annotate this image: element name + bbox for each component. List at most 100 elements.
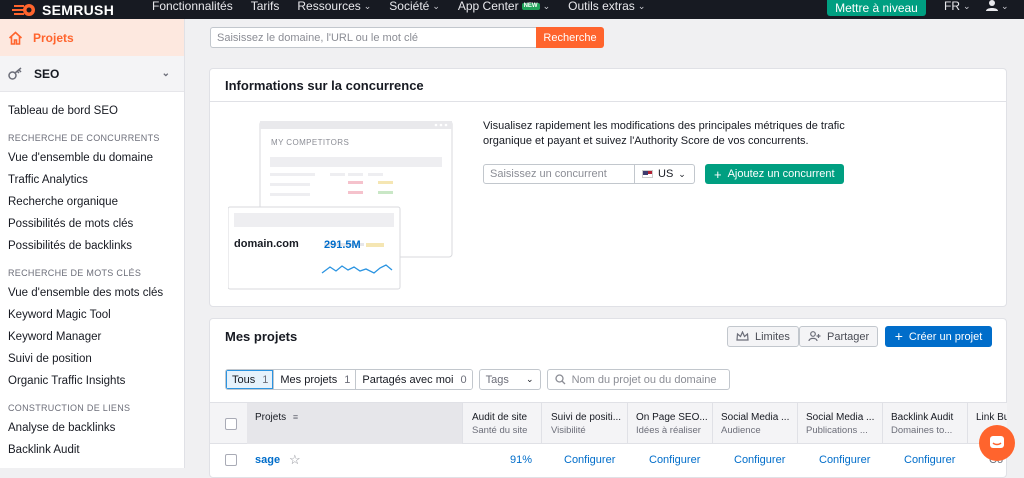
chat-widget-button[interactable] — [979, 425, 1015, 461]
nav-societe[interactable]: Société ⌄ — [389, 0, 440, 12]
competitor-input[interactable] — [483, 164, 635, 184]
chevron-down-icon: ⌄ — [432, 1, 440, 11]
country-selector[interactable]: US ⌄ — [635, 164, 695, 184]
brand-name: SEMRUSH — [42, 1, 115, 18]
competition-insights-card: Informations sur la concurrence MY COMPE… — [209, 68, 1007, 307]
chevron-down-icon: ⌄ — [963, 1, 971, 11]
nav-label: Ressources — [297, 0, 361, 13]
sidebar-item-traffic-analytics[interactable]: Traffic Analytics — [0, 169, 184, 191]
upgrade-button[interactable]: Mettre à niveau — [827, 0, 926, 16]
column-subtitle: Domaines to... — [891, 425, 953, 436]
sidebar: Projets SEO ⌄ Tableau de bord SEO RECHER… — [0, 19, 185, 468]
sidebar-item-keyword-magic-tool[interactable]: Keyword Magic Tool — [0, 304, 184, 326]
nav-outils-extras[interactable]: Outils extras ⌄ — [568, 0, 645, 12]
button-label: Partager — [827, 330, 870, 343]
add-competitor-button[interactable]: + Ajoutez un concurrent — [705, 164, 844, 184]
column-site-audit[interactable]: Audit de site Santé du site — [464, 403, 542, 444]
nav-app-center[interactable]: App Center NEW ⌄ — [458, 0, 550, 12]
filter-count: 0 — [460, 373, 467, 386]
domain-search-bar: Recherche — [210, 27, 604, 48]
semrush-logo-icon — [12, 3, 35, 16]
column-title: Link Bu — [976, 412, 1007, 423]
plus-icon: + — [894, 328, 903, 344]
column-title: Suivi de positi... — [551, 412, 622, 423]
key-icon — [8, 66, 22, 80]
column-on-page-seo[interactable]: On Page SEO... Idées à réaliser — [628, 403, 713, 444]
select-all-checkbox[interactable] — [225, 418, 237, 430]
column-title: Projets — [255, 412, 287, 423]
chevron-down-icon: ⌄ — [542, 1, 551, 11]
column-backlink-audit[interactable]: Backlink Audit Domaines to... — [883, 403, 968, 444]
project-search-field — [546, 369, 730, 390]
project-name-link[interactable]: sage — [255, 454, 280, 466]
filter-label: Tous — [232, 373, 256, 386]
column-title: Social Media ... — [721, 412, 790, 423]
filter-all[interactable]: Tous 1 — [226, 370, 275, 389]
sidebar-item-organic-research[interactable]: Recherche organique — [0, 191, 184, 213]
projects-table-header: Projets ≡ Audit de site Santé du site Sui… — [210, 402, 1007, 444]
card-title: Informations sur la concurrence — [210, 69, 1006, 102]
sidebar-item-position-tracking[interactable]: Suivi de position — [0, 348, 184, 370]
sidebar-item-backlink-gap[interactable]: Possibilités de backlinks — [0, 235, 184, 257]
site-audit-value[interactable]: 91% — [510, 454, 532, 466]
column-subtitle: Publications ... — [806, 425, 868, 436]
filter-count: 1 — [344, 373, 351, 386]
nav-fonctionnalites[interactable]: Fonctionnalités — [152, 0, 233, 12]
column-position-tracking[interactable]: Suivi de positi... Visibilité — [543, 403, 628, 444]
column-social-media-audience[interactable]: Social Media ... Audience — [713, 403, 798, 444]
home-icon — [8, 30, 23, 45]
chevron-down-icon: ⌄ — [678, 168, 686, 179]
limits-button[interactable]: Limites — [727, 326, 799, 347]
chat-icon — [990, 436, 1004, 448]
sidebar-section-label: SEO — [34, 66, 60, 81]
my-projects-card: Mes projets Limites Partager + Créer un … — [209, 318, 1007, 478]
star-icon[interactable]: ☆ — [289, 452, 301, 468]
nav-tarifs[interactable]: Tarifs — [251, 0, 280, 12]
sidebar-section-seo[interactable]: SEO ⌄ — [0, 56, 184, 92]
competitors-illustration: MY COMPETITORS domain.com 291.5M — [227, 120, 454, 291]
country-label: US — [658, 168, 674, 180]
semrush-logo[interactable]: SEMRUSH — [12, 0, 114, 19]
sidebar-item-keyword-overview[interactable]: Vue d'ensemble des mots clés — [0, 282, 184, 304]
nav-label: App Center — [457, 0, 519, 13]
user-menu[interactable]: ⌄ — [986, 0, 1009, 12]
share-button[interactable]: Partager — [799, 326, 879, 347]
sidebar-item-organic-traffic-insights[interactable]: Organic Traffic Insights — [0, 370, 184, 392]
sidebar-item-keyword-manager[interactable]: Keyword Manager — [0, 326, 184, 348]
configure-position-tracking-link[interactable]: Configurer — [564, 454, 615, 466]
user-icon — [986, 0, 998, 11]
project-search-input[interactable] — [571, 373, 722, 386]
filter-shared[interactable]: Partagés avec moi 0 — [356, 370, 472, 389]
sidebar-item-projects[interactable]: Projets — [0, 19, 184, 56]
column-social-media-posts[interactable]: Social Media ... Publications ... — [798, 403, 883, 444]
nav-ressources[interactable]: Ressources ⌄ — [297, 0, 371, 12]
sidebar-item-backlink-audit[interactable]: Backlink Audit — [0, 439, 184, 461]
competitor-form: US ⌄ + Ajoutez un concurrent — [483, 164, 844, 184]
illustration-domain: domain.com — [234, 238, 299, 250]
language-selector[interactable]: FR ⌄ — [944, 0, 971, 12]
nav-label: Tarifs — [250, 0, 280, 13]
sidebar-item-keyword-gap[interactable]: Possibilités de mots clés — [0, 213, 184, 235]
sidebar-item-backlink-analytics[interactable]: Analyse de backlinks — [0, 417, 184, 439]
chevron-down-icon: ⌄ — [526, 374, 534, 384]
row-checkbox[interactable] — [225, 454, 237, 466]
search-icon — [554, 374, 566, 385]
table-row: sage ☆ 91% Configurer Configurer Configu… — [210, 445, 1007, 475]
column-projects[interactable]: Projets ≡ — [247, 403, 463, 444]
search-button[interactable]: Recherche — [536, 27, 604, 48]
column-subtitle: Idées à réaliser — [636, 425, 701, 436]
configure-on-page-seo-link[interactable]: Configurer — [649, 454, 700, 466]
domain-search-input[interactable] — [210, 27, 536, 48]
configure-backlink-audit-link[interactable]: Configurer — [904, 454, 955, 466]
chevron-down-icon: ⌄ — [363, 1, 372, 11]
sidebar-item-dashboard[interactable]: Tableau de bord SEO — [0, 100, 184, 122]
configure-social-posts-link[interactable]: Configurer — [819, 454, 870, 466]
sidebar-item-domain-overview[interactable]: Vue d'ensemble du domaine — [0, 147, 184, 169]
button-label: Limites — [755, 330, 790, 343]
add-user-icon — [808, 331, 821, 342]
configure-social-audience-link[interactable]: Configurer — [734, 454, 785, 466]
create-project-button[interactable]: + Créer un projet — [885, 326, 992, 347]
filter-count: 1 — [262, 373, 269, 386]
tags-dropdown[interactable]: Tags ⌄ — [478, 369, 541, 390]
filter-my-projects[interactable]: Mes projets 1 — [274, 370, 357, 389]
